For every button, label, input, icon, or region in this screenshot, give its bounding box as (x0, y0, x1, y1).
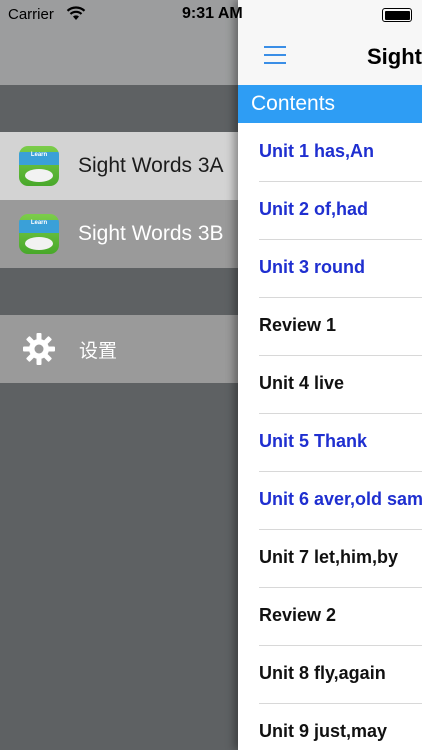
list-item[interactable]: Unit 8 fly,again (238, 645, 422, 704)
content-panel: Sight Contents Unit 1 has,An Unit 2 of,ha… (238, 0, 422, 750)
app-icon-text: Learn (30, 220, 48, 226)
list-item[interactable]: Unit 1 has,An (238, 123, 422, 182)
list-item-label: Unit 3 round (259, 257, 365, 277)
wifi-icon (66, 6, 86, 20)
nav-title: Sight (367, 44, 422, 69)
list-item[interactable]: Review 2 (238, 587, 422, 646)
list-item-label: Unit 2 of,had (259, 199, 368, 219)
list-item-label: Unit 9 just,may (259, 721, 388, 741)
battery-icon (382, 8, 412, 22)
app-icon: Learn (19, 146, 59, 186)
menu-item-label: 设置 (79, 339, 118, 362)
list-item-label: Unit 4 live (259, 373, 345, 393)
menu-item-sight-words-3b[interactable]: Learn Sight Words 3B (0, 200, 240, 268)
menu-item-settings[interactable]: 设置 (0, 315, 240, 383)
list-item[interactable]: Unit 5 Thank (238, 413, 422, 472)
gear-icon (23, 333, 55, 365)
list-item-label: Unit 1 has,An (259, 141, 375, 161)
menu-item-label: Sight Words 3B (78, 222, 224, 245)
list-item-label: Unit 7 let,him,by (259, 547, 399, 567)
hamburger-menu-icon[interactable] (264, 46, 286, 64)
list-item[interactable]: Unit 2 of,had (238, 181, 422, 240)
list-item[interactable]: Unit 7 let,him,by (238, 529, 422, 588)
side-menu: Learn Sight Words 3A Learn Sight Words 3… (0, 0, 240, 750)
list-item[interactable]: Unit 9 just,may (238, 703, 422, 750)
list-item-label: Unit 8 fly,again (259, 663, 386, 683)
menu-item-label: Sight Words 3A (78, 154, 224, 177)
menu-item-sight-words-3a[interactable]: Learn Sight Words 3A (0, 132, 240, 200)
list-item-label: Unit 5 Thank (259, 431, 368, 451)
contents-header: Contents (238, 85, 422, 123)
clock: 9:31 AM (182, 5, 243, 22)
list-item[interactable]: Unit 6 aver,old same (238, 471, 422, 530)
status-bar: Carrier 9:31 AM (0, 0, 422, 30)
contents-label: Contents (251, 92, 336, 115)
list-item-label: Review 2 (259, 605, 337, 625)
carrier-label: Carrier (8, 6, 54, 23)
app-icon: Learn (19, 214, 59, 254)
list-item[interactable]: Unit 4 live (238, 355, 422, 414)
list-item[interactable]: Unit 3 round (238, 239, 422, 298)
list-item[interactable]: Review 1 (238, 297, 422, 356)
list-item-label: Unit 6 aver,old same (259, 489, 422, 509)
app-icon-text: Learn (30, 152, 48, 158)
list-item-label: Review 1 (259, 315, 337, 335)
menu-spacer (0, 85, 240, 132)
unit-list: Unit 1 has,An Unit 2 of,had Unit 3 round Re… (238, 123, 422, 750)
